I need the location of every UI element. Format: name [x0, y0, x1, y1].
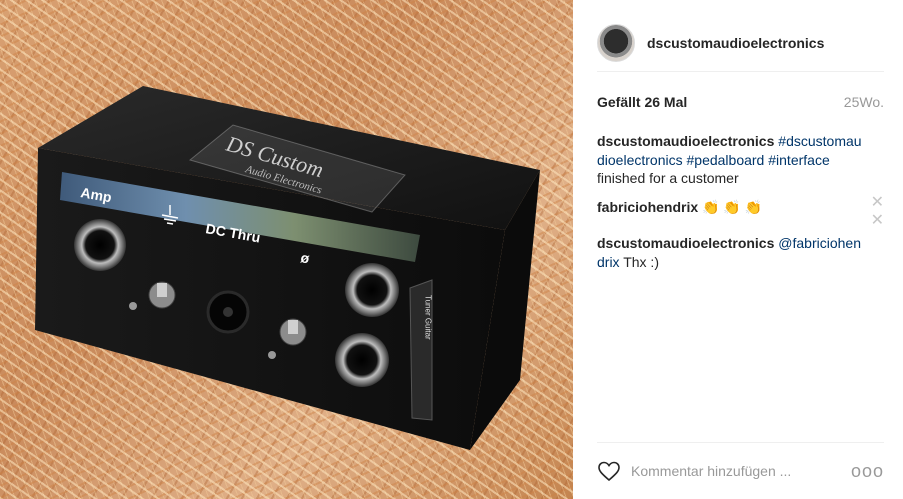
- close-icon[interactable]: ✕: [871, 212, 884, 231]
- comment-username[interactable]: dscustomaudioelectronics: [597, 235, 774, 251]
- post-sidebar: dscustomaudioelectronics Gefällt 26 Mal …: [573, 0, 903, 499]
- comment-text: finished for a customer: [597, 170, 739, 186]
- avatar[interactable]: [597, 23, 635, 62]
- comment-username[interactable]: fabriciohendrix: [597, 199, 698, 215]
- comment-username[interactable]: dscustomaudioelectronics: [597, 133, 774, 149]
- post-time[interactable]: 25Wo.: [844, 94, 884, 110]
- heart-outline-icon[interactable]: [597, 459, 621, 483]
- hashtag-link[interactable]: #interface: [768, 152, 829, 168]
- more-options-icon[interactable]: ooo: [851, 461, 884, 482]
- tuner-jack: [345, 263, 399, 317]
- comment-list: dscustomaudioelectronics #dscustomaudioe…: [597, 132, 884, 281]
- comment-input[interactable]: [631, 463, 851, 479]
- close-icon[interactable]: ✕: [871, 194, 884, 213]
- username-link[interactable]: dscustomaudioelectronics: [647, 35, 824, 51]
- likes-count[interactable]: Gefällt 26 Mal: [597, 94, 687, 110]
- pedal-box-illustration: DS Custom Audio Electronics Amp DC Thru …: [35, 86, 540, 450]
- comment-text: Thx :): [623, 253, 659, 270]
- comment: ✕ dscustomaudioelectronics @fabriciohend…: [597, 212, 884, 271]
- side-label: Tuner Guitar: [424, 295, 433, 340]
- comment-text: 👏 👏 👏: [702, 198, 763, 215]
- guitar-jack: [335, 333, 389, 387]
- comment-footer: ooo: [597, 442, 884, 499]
- likes-row: Gefällt 26 Mal 25Wo.: [597, 94, 884, 110]
- comment: fabriciohendrix 👏 👏 👏 ✕: [597, 194, 884, 217]
- hashtag-link[interactable]: #pedalboard: [687, 152, 765, 168]
- caption-comment: dscustomaudioelectronics #dscustomaudioe…: [597, 132, 884, 188]
- post-photo[interactable]: DS Custom Audio Electronics Amp DC Thru …: [0, 0, 573, 499]
- post-header: dscustomaudioelectronics: [597, 14, 884, 72]
- amp-jack: [74, 219, 126, 271]
